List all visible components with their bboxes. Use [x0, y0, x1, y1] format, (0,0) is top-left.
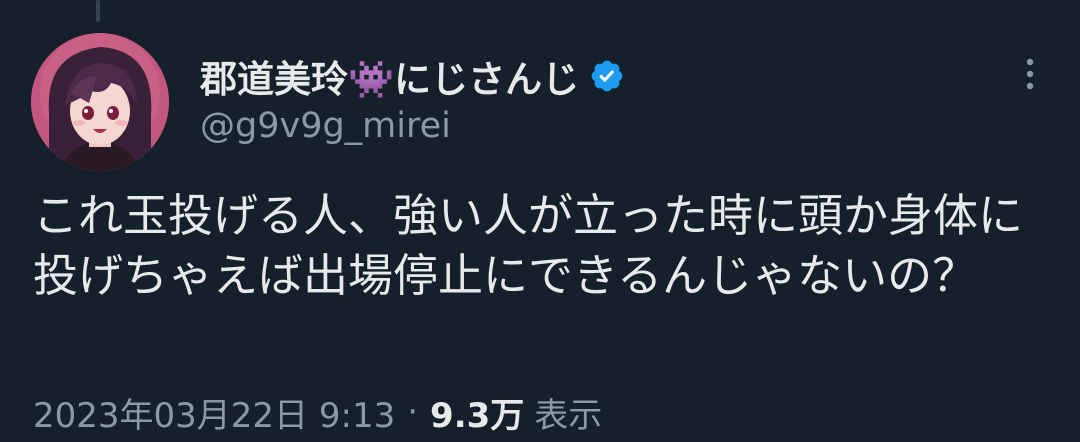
separator-dot: · — [407, 392, 419, 432]
tweet: 郡道美玲👾にじさんじ @g9v9g_mirei これ玉投げる人、強い人が立った時… — [0, 0, 1080, 442]
more-options-icon[interactable] — [1018, 54, 1042, 94]
timestamp[interactable]: 2023年03月22日 9:13 — [33, 388, 395, 437]
thread-connector-line — [96, 0, 100, 22]
tweet-text: これ玉投げる人、強い人が立った時に頭か身体に投げちゃえば出場停止にできるんじゃな… — [33, 189, 1024, 302]
avatar[interactable] — [31, 33, 169, 171]
verified-badge-icon — [589, 58, 625, 94]
author-handle[interactable]: @g9v9g_mirei — [200, 106, 451, 146]
views-label: 表示 — [534, 395, 603, 436]
views-count: 9.3万 — [430, 395, 525, 436]
tweet-metadata: 2023年03月22日 9:13 · 9.3万 表示 — [33, 388, 602, 436]
author-name-row: 郡道美玲👾にじさんじ — [200, 49, 625, 103]
display-name[interactable]: 郡道美玲👾にじさんじ — [200, 49, 579, 103]
